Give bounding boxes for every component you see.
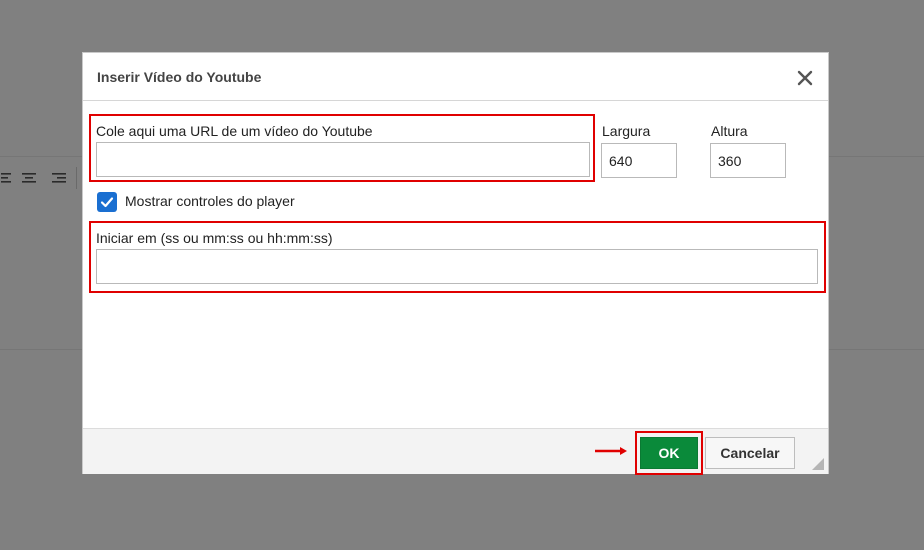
dialog-footer: OK Cancelar	[83, 428, 828, 475]
checkmark-icon	[100, 197, 114, 208]
close-icon[interactable]	[796, 69, 814, 87]
show-controls-checkbox[interactable]	[97, 192, 117, 212]
resize-grip-icon[interactable]	[812, 458, 824, 470]
align-right-icon	[44, 168, 74, 188]
align-left-icon	[0, 168, 14, 188]
dialog-title: Inserir Vídeo do Youtube	[97, 69, 262, 85]
cancel-button[interactable]: Cancelar	[705, 437, 795, 469]
url-label: Cole aqui uma URL de um vídeo do Youtube	[96, 123, 373, 139]
show-controls-label[interactable]: Mostrar controles do player	[125, 193, 295, 209]
arrow-right-icon	[593, 446, 633, 456]
dialog-header: Inserir Vídeo do Youtube	[83, 53, 828, 101]
width-label: Largura	[602, 123, 651, 139]
height-input[interactable]	[710, 143, 786, 178]
youtube-video-dialog: Inserir Vídeo do Youtube Cole aqui uma U…	[82, 52, 829, 475]
ok-button[interactable]: OK	[640, 437, 698, 469]
height-label: Altura	[711, 123, 748, 139]
align-center-icon	[14, 168, 44, 188]
start-time-input[interactable]	[96, 249, 818, 284]
url-input[interactable]	[96, 142, 590, 177]
editor-toolbar	[0, 166, 77, 190]
start-label: Iniciar em (ss ou mm:ss ou hh:mm:ss)	[96, 230, 333, 246]
width-input[interactable]	[601, 143, 677, 178]
toolbar-separator	[76, 167, 77, 189]
